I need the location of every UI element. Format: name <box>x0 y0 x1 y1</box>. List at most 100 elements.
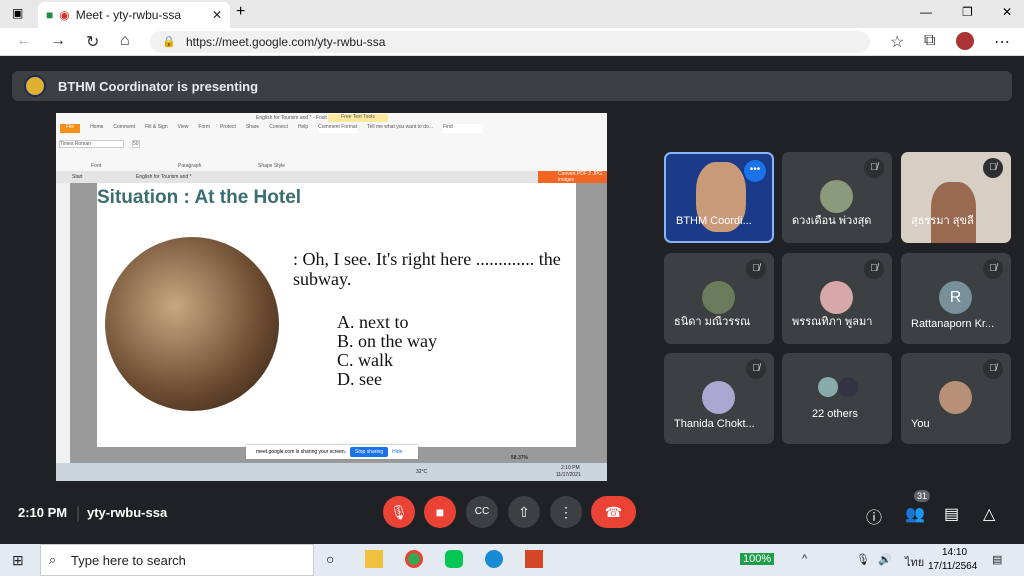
shared-screen: English for Tourism and * - Foxit Reader… <box>56 113 607 481</box>
present-button[interactable]: ⇧ <box>508 496 540 528</box>
sharing-text: meet.google.com is sharing your screen. <box>256 449 347 455</box>
tab-actions-icon[interactable]: ▣ <box>12 6 23 20</box>
home-icon[interactable]: ⌂ <box>120 32 130 50</box>
language-indicator[interactable]: ไทย <box>905 553 924 571</box>
menu-comment[interactable]: Comment <box>113 124 135 133</box>
close-tab-icon[interactable]: ✕ <box>212 8 222 22</box>
convert-button[interactable]: Convert PDF 2 JPG images <box>538 171 607 183</box>
search-placeholder: Type here to search <box>71 552 186 568</box>
slide-title: Situation : At the Hotel <box>97 187 302 208</box>
mic-off-icon: 🎙̸ <box>864 158 884 178</box>
refresh-icon[interactable]: ↻ <box>86 32 99 52</box>
favorites-icon[interactable]: ☆ <box>890 32 904 52</box>
chat-icon[interactable]: ▤ <box>944 504 959 524</box>
collections-icon[interactable]: ⧉ <box>924 32 935 50</box>
avatar <box>702 281 735 314</box>
foxit-side-panel <box>56 183 70 463</box>
microphone-icon[interactable]: 🎙 <box>856 553 870 566</box>
mic-off-icon: 🎙̸ <box>983 259 1003 279</box>
doc-tab-start[interactable]: Start <box>72 174 83 180</box>
mic-off-icon: 🎙̸ <box>983 158 1003 178</box>
camera-off-button[interactable]: ■ <box>424 496 456 528</box>
minimize-button[interactable]: — <box>920 5 932 19</box>
tell-me-input[interactable]: Tell me what you want to do... <box>367 124 433 133</box>
people-icon[interactable]: 👥 <box>905 504 925 524</box>
more-options-icon[interactable]: ••• <box>744 160 766 182</box>
participant-tile[interactable]: ••• BTHM Coordi... <box>664 152 774 243</box>
line-icon[interactable] <box>445 550 463 568</box>
remote-weather: 32°C <box>416 469 428 475</box>
tab-title: Meet - yty-rwbu-ssa <box>75 8 182 22</box>
meeting-controls: 2:10 PM | yty-rwbu-ssa 🎙 ■ CC ⇧ ⋮ ☎ ⓘ 👥 … <box>18 490 996 528</box>
avatar <box>820 281 853 314</box>
chrome-icon[interactable] <box>405 550 423 568</box>
file-explorer-icon[interactable] <box>365 550 383 568</box>
participant-tile[interactable]: 🎙̸ สุธรรมา สุขลี <box>901 152 1011 243</box>
taskbar-search[interactable]: ⌕ Type here to search <box>40 544 314 576</box>
participant-tile[interactable]: 🎙̸ R Rattanaporn Kr... <box>901 253 1011 344</box>
clock-date[interactable]: 17/11/2564 <box>928 561 977 572</box>
activities-icon[interactable]: △ <box>983 504 995 524</box>
participant-tile[interactable]: 🎙̸ You <box>901 353 1011 444</box>
windows-taskbar: ⊞ ⌕ Type here to search ○ 100% ^ 🎙 🔊 ไทย… <box>0 544 1024 576</box>
leave-call-button[interactable]: ☎ <box>591 496 636 528</box>
option-b: B. on the way <box>337 331 437 351</box>
menu-file[interactable]: File <box>60 124 81 133</box>
remote-taskbar: 32°C 2:10 PM 11/17/2021 <box>56 463 607 481</box>
participant-tile[interactable]: 🎙̸ ดวงเดือน พ่วงสุด <box>782 152 892 243</box>
clock-time[interactable]: 14:10 <box>942 547 967 558</box>
participant-tile[interactable]: 🎙̸ ธนิดา มณีวรรณ <box>664 253 774 344</box>
more-options-button[interactable]: ⋮ <box>550 496 582 528</box>
group-shape-style: Shape Style <box>258 163 285 169</box>
mic-off-button[interactable]: 🎙 <box>383 496 415 528</box>
captions-button[interactable]: CC <box>466 496 498 528</box>
participant-name: สุธรรมา สุขลี <box>911 215 974 227</box>
foxit-ribbon: English for Tourism and * - Foxit Reader… <box>56 113 607 171</box>
hide-button[interactable]: Hide <box>392 449 402 455</box>
find-input[interactable]: Find <box>442 124 483 133</box>
participant-tile[interactable]: 🎙̸ Thanida Chokt... <box>664 353 774 444</box>
participant-tile[interactable]: 22 others <box>782 353 892 444</box>
task-view-icon[interactable]: ○ <box>326 551 334 567</box>
show-hidden-icons[interactable]: ^ <box>802 553 807 565</box>
menu-form[interactable]: Form <box>198 124 210 133</box>
browser-tab[interactable]: ■ ◉ Meet - yty-rwbu-ssa ✕ <box>38 2 230 28</box>
mic-off-icon: 🎙̸ <box>746 259 766 279</box>
battery-level[interactable]: 100% <box>740 553 775 565</box>
notifications-icon[interactable]: ▤ <box>992 553 1002 566</box>
url-input[interactable]: 🔒 https://meet.google.com/yty-rwbu-ssa <box>150 31 870 53</box>
option-c: C. walk <box>337 350 393 370</box>
participant-tile[interactable]: 🎙̸ พรรณทิภา พูลมา <box>782 253 892 344</box>
search-icon: ⌕ <box>49 552 57 567</box>
close-window-button[interactable]: ✕ <box>1002 5 1012 19</box>
option-a: A. next to <box>337 312 409 332</box>
start-button[interactable]: ⊞ <box>12 552 24 569</box>
menu-comment-format[interactable]: Comment Format <box>318 124 358 133</box>
menu-connect[interactable]: Connect <box>269 124 288 133</box>
back-icon[interactable]: ← <box>16 32 32 50</box>
menu-protect[interactable]: Protect <box>220 124 236 133</box>
doc-tab-current[interactable]: English for Tourism and * <box>136 174 192 180</box>
pdf-page: Situation : At the Hotel : Oh, I see. It… <box>97 183 576 447</box>
stop-sharing-button[interactable]: Stop sharing <box>350 447 389 457</box>
edge-icon[interactable] <box>485 550 503 568</box>
forward-icon[interactable]: → <box>50 32 66 50</box>
menu-share[interactable]: Share <box>246 124 259 133</box>
font-select[interactable]: Times Roman <box>59 140 124 148</box>
powerpoint-icon[interactable] <box>525 550 543 568</box>
avatar <box>820 180 853 213</box>
font-size-select[interactable]: 50 <box>132 140 140 148</box>
profile-avatar[interactable] <box>956 32 974 50</box>
lock-icon: 🔒 <box>162 36 176 48</box>
maximize-button[interactable]: ❐ <box>962 5 973 19</box>
slide-question: : Oh, I see. It's right here ...........… <box>293 249 561 289</box>
menu-help[interactable]: Help <box>298 124 308 133</box>
volume-icon[interactable]: 🔊 <box>878 553 892 566</box>
new-tab-button[interactable]: + <box>236 3 245 21</box>
info-icon[interactable]: ⓘ <box>866 504 882 528</box>
menu-home[interactable]: Home <box>90 124 103 133</box>
menu-fill-sign[interactable]: Fill & Sign <box>145 124 168 133</box>
more-icon[interactable]: ⋯ <box>994 32 1010 52</box>
menu-view[interactable]: View <box>178 124 189 133</box>
free-text-tools-label: Free Text Tools <box>328 114 388 122</box>
